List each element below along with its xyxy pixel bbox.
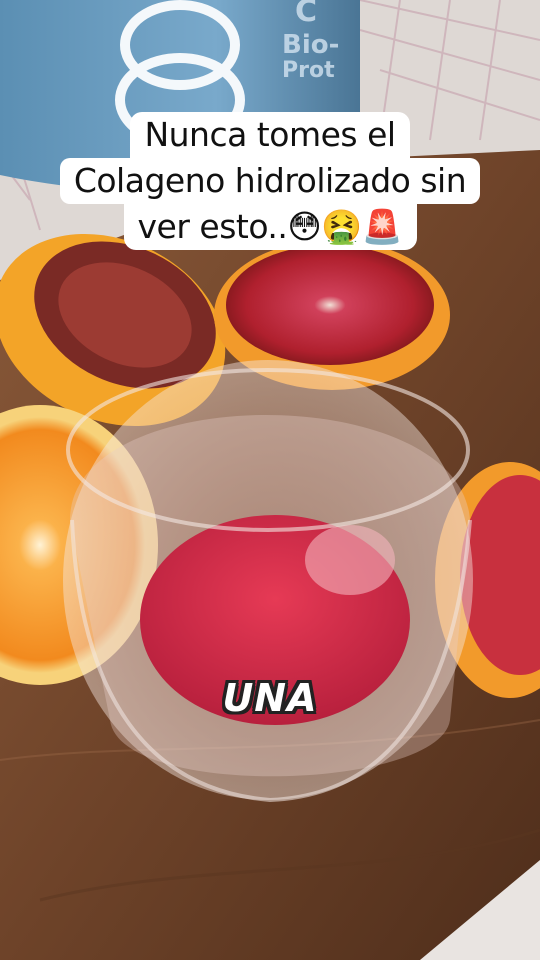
caption-overlay: Nunca tomes el Colageno hidrolizado sin … (0, 112, 540, 250)
bottle-label-bio: Bio- (282, 30, 340, 60)
caption-line-3: ver esto..😳🤮🚨 (123, 204, 417, 250)
bottle-label-prot: Prot (282, 58, 335, 83)
bottle-label-top: C (295, 0, 318, 29)
caption-line-1: Nunca tomes el (130, 112, 410, 158)
caption-line-2: Colageno hidrolizado sin (59, 158, 481, 204)
subtitle-word: UNA (222, 676, 318, 720)
glass-of-juice (63, 360, 473, 803)
